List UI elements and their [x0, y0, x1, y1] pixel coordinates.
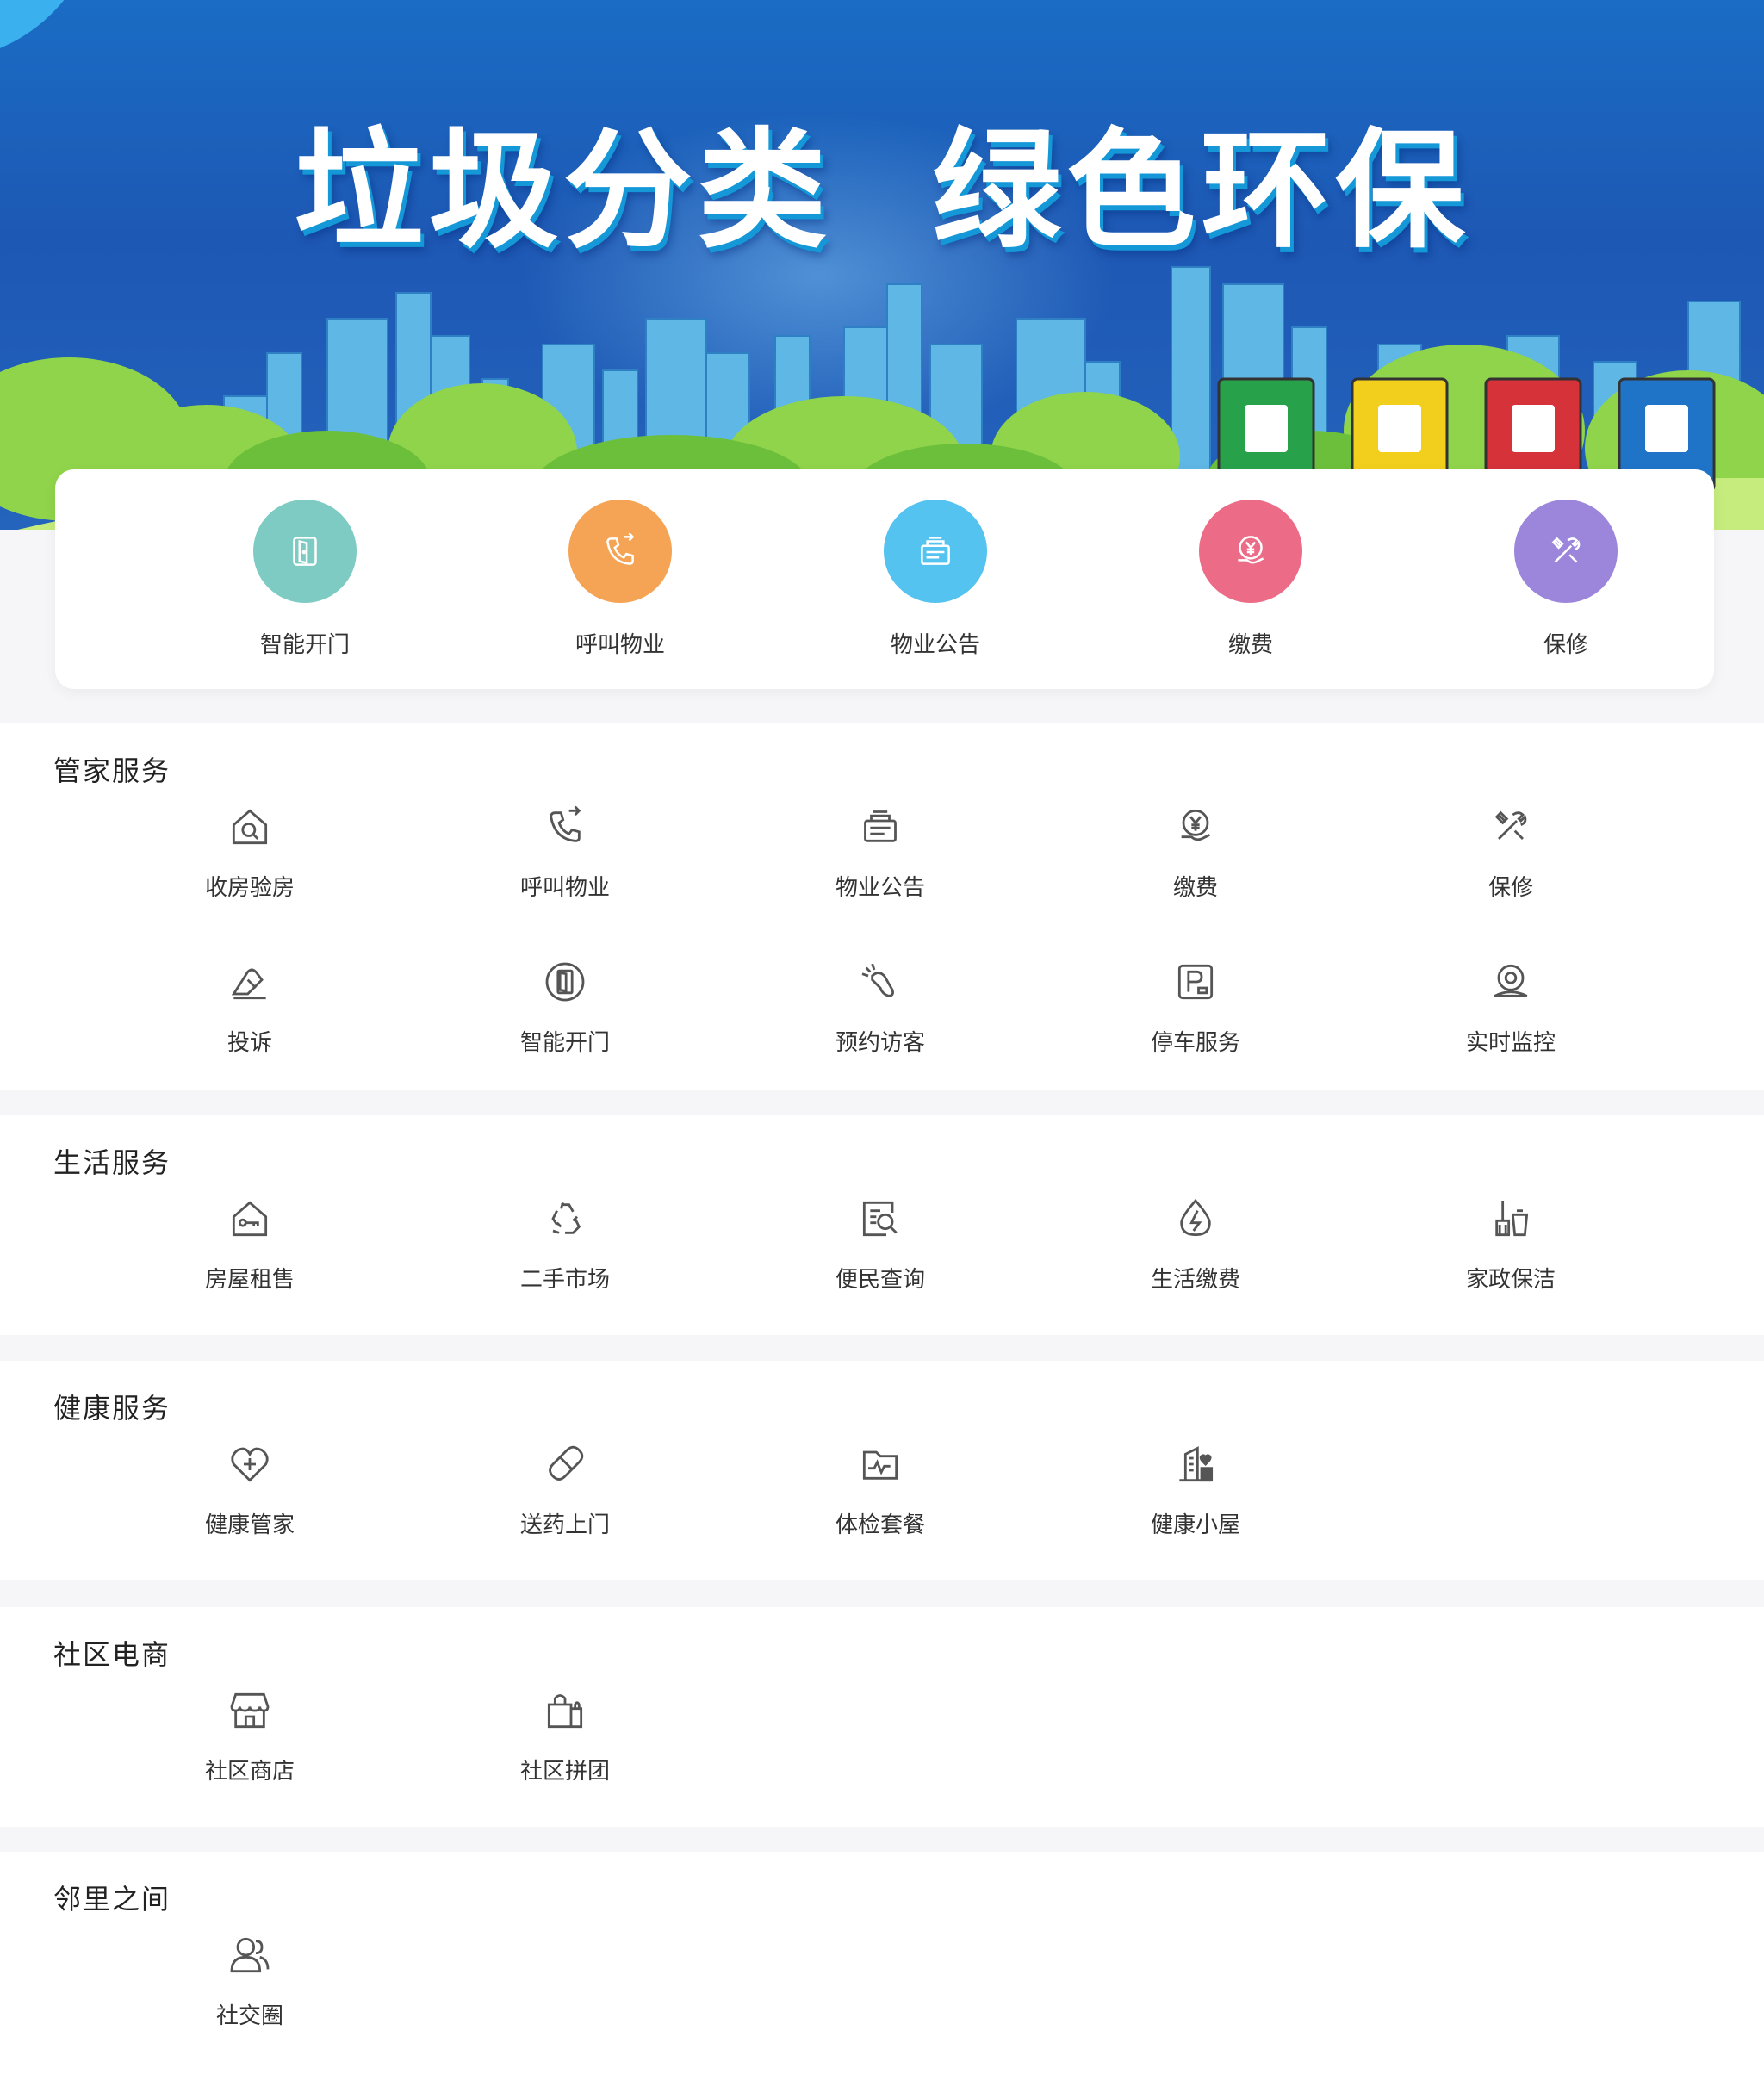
parking-icon: [1170, 956, 1221, 1008]
quick-action-label: 呼叫物业: [575, 632, 665, 658]
service-label: 社区商店: [204, 1759, 295, 1785]
service-label: 体检套餐: [835, 1512, 925, 1538]
repair-icon: [1514, 500, 1618, 603]
service-notice[interactable]: 物业公告: [777, 801, 984, 930]
service-label: 投诉: [227, 1030, 272, 1056]
service-health-butler[interactable]: 健康管家: [146, 1438, 353, 1568]
notice-icon: [884, 500, 987, 603]
section-neighborhood: 邻里之间 社交圈: [0, 1852, 1764, 2074]
service-label: 家政保洁: [1465, 1267, 1556, 1293]
section-life-service: 生活服务 房屋租售 二手市场 便民查询 生活缴费 家政保洁: [0, 1115, 1764, 1335]
users-icon: [224, 1929, 276, 1981]
service-call-property[interactable]: 呼叫物业: [462, 801, 668, 930]
service-housekeeping[interactable]: 家政保洁: [1407, 1193, 1614, 1322]
cleaning-icon: [1485, 1193, 1537, 1245]
service-label: 生活缴费: [1150, 1267, 1240, 1293]
quick-action-smart-door[interactable]: 智能开门: [202, 469, 408, 689]
service-label: 预约访客: [835, 1030, 925, 1056]
visitor-icon: [854, 956, 906, 1008]
service-community-store[interactable]: 社区商店: [146, 1685, 353, 1814]
service-label: 便民查询: [835, 1267, 925, 1293]
quick-action-payment[interactable]: 缴费: [1147, 469, 1354, 689]
service-label: 送药上门: [519, 1512, 610, 1538]
section-title: 社区电商: [53, 1638, 171, 1671]
service-second-hand[interactable]: 二手市场: [462, 1193, 668, 1322]
repair-icon: [1485, 801, 1537, 853]
phone-call-icon: [568, 500, 672, 603]
section-title: 生活服务: [53, 1146, 171, 1179]
service-label: 健康小屋: [1150, 1512, 1240, 1538]
section-butler-service: 管家服务 收房验房 呼叫物业 物业公告 缴费 保修 投诉 智能开门 预约访客 停…: [0, 723, 1764, 1090]
door-icon: [253, 500, 357, 603]
quick-action-repair[interactable]: 保修: [1463, 469, 1669, 689]
quick-action-label: 缴费: [1227, 632, 1273, 658]
service-social-circle[interactable]: 社交圈: [146, 1929, 353, 2058]
section-title: 管家服务: [53, 754, 171, 787]
payment-icon: [1199, 500, 1302, 603]
quick-actions-card: 智能开门 呼叫物业 物业公告 缴费 保修: [55, 469, 1714, 689]
service-label: 呼叫物业: [519, 875, 610, 901]
service-medicine-delivery[interactable]: 送药上门: [462, 1438, 668, 1568]
quick-action-notice[interactable]: 物业公告: [832, 469, 1039, 689]
service-smart-door[interactable]: 智能开门: [462, 956, 668, 1085]
clinic-icon: [1170, 1438, 1221, 1490]
quick-action-label: 物业公告: [890, 632, 980, 658]
banner-decoration: [0, 0, 103, 60]
service-label: 智能开门: [519, 1030, 610, 1056]
service-label: 实时监控: [1465, 1030, 1556, 1056]
service-group-buy[interactable]: 社区拼团: [462, 1685, 668, 1814]
service-label: 社交圈: [215, 2003, 283, 2029]
health-check-icon: [854, 1438, 906, 1490]
service-label: 二手市场: [519, 1267, 610, 1293]
quick-action-label: 智能开门: [259, 632, 350, 658]
service-payment[interactable]: 缴费: [1092, 801, 1299, 930]
service-label: 保修: [1488, 875, 1533, 901]
section-title: 健康服务: [53, 1392, 171, 1425]
service-parking[interactable]: 停车服务: [1092, 956, 1299, 1085]
service-label: 健康管家: [204, 1512, 295, 1538]
pill-icon: [539, 1438, 591, 1490]
utility-bill-icon: [1170, 1193, 1221, 1245]
house-search-icon: [224, 801, 276, 853]
heart-plus-icon: [224, 1438, 276, 1490]
section-health-service: 健康服务 健康管家 送药上门 体检套餐 健康小屋: [0, 1361, 1764, 1580]
service-utility-payment[interactable]: 生活缴费: [1092, 1193, 1299, 1322]
service-house-inspection[interactable]: 收房验房: [146, 801, 353, 930]
service-label: 收房验房: [204, 875, 295, 901]
search-doc-icon: [854, 1193, 906, 1245]
camera-icon: [1485, 956, 1537, 1008]
service-label: 房屋租售: [204, 1267, 295, 1293]
quick-action-call-property[interactable]: 呼叫物业: [517, 469, 724, 689]
service-label: 停车服务: [1150, 1030, 1240, 1056]
payment-icon: [1170, 801, 1221, 853]
service-label: 缴费: [1172, 875, 1218, 901]
service-house-rental[interactable]: 房屋租售: [146, 1193, 353, 1322]
service-camera[interactable]: 实时监控: [1407, 956, 1614, 1085]
service-health-hut[interactable]: 健康小屋: [1092, 1438, 1299, 1568]
shopping-bag-icon: [539, 1685, 591, 1736]
service-convenience-query[interactable]: 便民查询: [777, 1193, 984, 1322]
phone-call-icon: [539, 801, 591, 853]
door-icon: [539, 956, 591, 1008]
banner[interactable]: 垃圾分类 绿色环保: [0, 0, 1764, 530]
service-complaint[interactable]: 投诉: [146, 956, 353, 1085]
quick-action-label: 保修: [1543, 632, 1588, 658]
house-key-icon: [224, 1193, 276, 1245]
service-label: 物业公告: [835, 875, 925, 901]
notice-icon: [854, 801, 906, 853]
service-health-checkup[interactable]: 体检套餐: [777, 1438, 984, 1568]
service-label: 社区拼团: [519, 1759, 610, 1785]
section-title: 邻里之间: [53, 1883, 171, 1916]
complaint-icon: [224, 956, 276, 1008]
recycle-icon: [539, 1193, 591, 1245]
service-repair[interactable]: 保修: [1407, 801, 1614, 930]
banner-title: 垃圾分类 绿色环保: [294, 116, 1470, 266]
store-icon: [224, 1685, 276, 1736]
section-community-ecommerce: 社区电商 社区商店 社区拼团: [0, 1607, 1764, 1827]
service-visitor[interactable]: 预约访客: [777, 956, 984, 1085]
